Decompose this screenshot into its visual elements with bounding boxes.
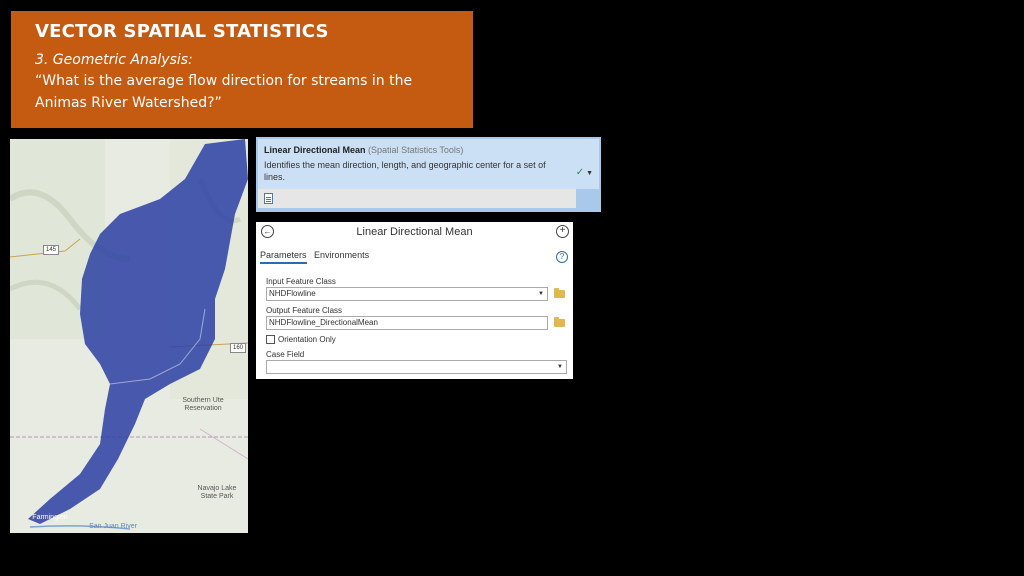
title-box: VECTOR SPATIAL STATISTICS 3. Geometric A… — [11, 11, 473, 128]
folder-icon[interactable] — [554, 317, 565, 327]
output-feature-value: NHDFlowline_DirectionalMean — [269, 318, 378, 327]
tab-parameters[interactable]: Parameters — [260, 250, 307, 264]
tab-environments[interactable]: Environments — [314, 250, 369, 262]
output-feature-field[interactable]: NHDFlowline_DirectionalMean — [266, 316, 548, 330]
check-icon[interactable]: ✓ ▼ — [576, 167, 593, 178]
input-feature-field[interactable]: NHDFlowline ▼ — [266, 287, 548, 301]
watershed-map: 145 160 Southern Ute Reservation Navajo … — [10, 139, 248, 533]
dropdown-arrow-icon[interactable]: ▼ — [584, 170, 593, 177]
tool-result-footer — [258, 189, 576, 208]
tool-result-title: Linear Directional Mean (Spatial Statist… — [264, 145, 593, 155]
add-icon[interactable]: + — [556, 225, 569, 238]
river-label: San Juan River — [89, 523, 137, 530]
input-feature-label: Input Feature Class — [266, 277, 336, 286]
highway-145-shield: 145 — [43, 245, 60, 255]
orientation-only-label: Orientation Only — [278, 335, 336, 344]
city-label: Farmington — [32, 514, 68, 521]
orientation-only-checkbox[interactable] — [266, 335, 275, 344]
tool-result-description: Identifies the mean direction, length, a… — [264, 160, 546, 182]
reservation-label: Southern Ute Reservation — [182, 397, 224, 412]
pane-title: Linear Directional Mean — [356, 226, 473, 238]
help-icon[interactable]: ? — [556, 251, 568, 263]
slide-subheading: 3. Geometric Analysis: — [35, 52, 193, 68]
case-field-select[interactable]: ▼ — [266, 360, 567, 374]
chevron-down-icon[interactable]: ▼ — [557, 361, 563, 373]
map-canvas — [10, 139, 248, 533]
input-feature-value: NHDFlowline — [269, 289, 316, 298]
case-field-label: Case Field — [266, 350, 305, 359]
tool-result-name: Linear Directional Mean — [264, 145, 366, 155]
highway-160-shield: 160 — [230, 343, 247, 353]
pane-tabs: Parameters Environments — [260, 250, 374, 264]
geoprocessing-pane: ← Linear Directional Mean + Parameters E… — [256, 222, 573, 379]
output-feature-label: Output Feature Class — [266, 306, 343, 315]
tool-search-result[interactable]: Linear Directional Mean (Spatial Statist… — [256, 137, 601, 212]
chevron-down-icon[interactable]: ▼ — [538, 288, 544, 300]
folder-icon[interactable] — [554, 288, 565, 298]
slide-question: “What is the average flow direction for … — [35, 73, 413, 111]
script-icon[interactable] — [264, 193, 273, 204]
slide-heading: VECTOR SPATIAL STATISTICS — [35, 21, 329, 42]
park-label: Navajo Lake State Park — [197, 485, 237, 500]
tool-result-category: (Spatial Statistics Tools) — [368, 145, 464, 155]
